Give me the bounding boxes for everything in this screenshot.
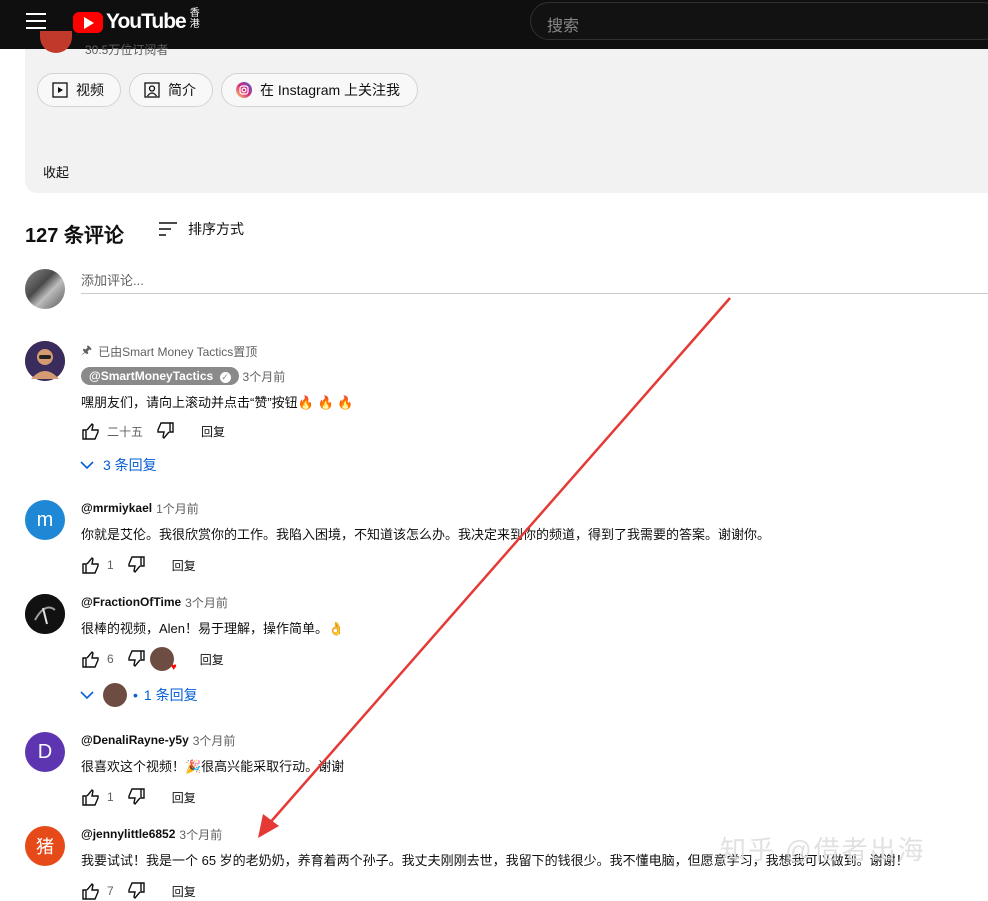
arrow-line (267, 297, 731, 826)
watermark: 知乎 @借者出海 (720, 835, 926, 865)
annotation-arrow (258, 297, 731, 838)
